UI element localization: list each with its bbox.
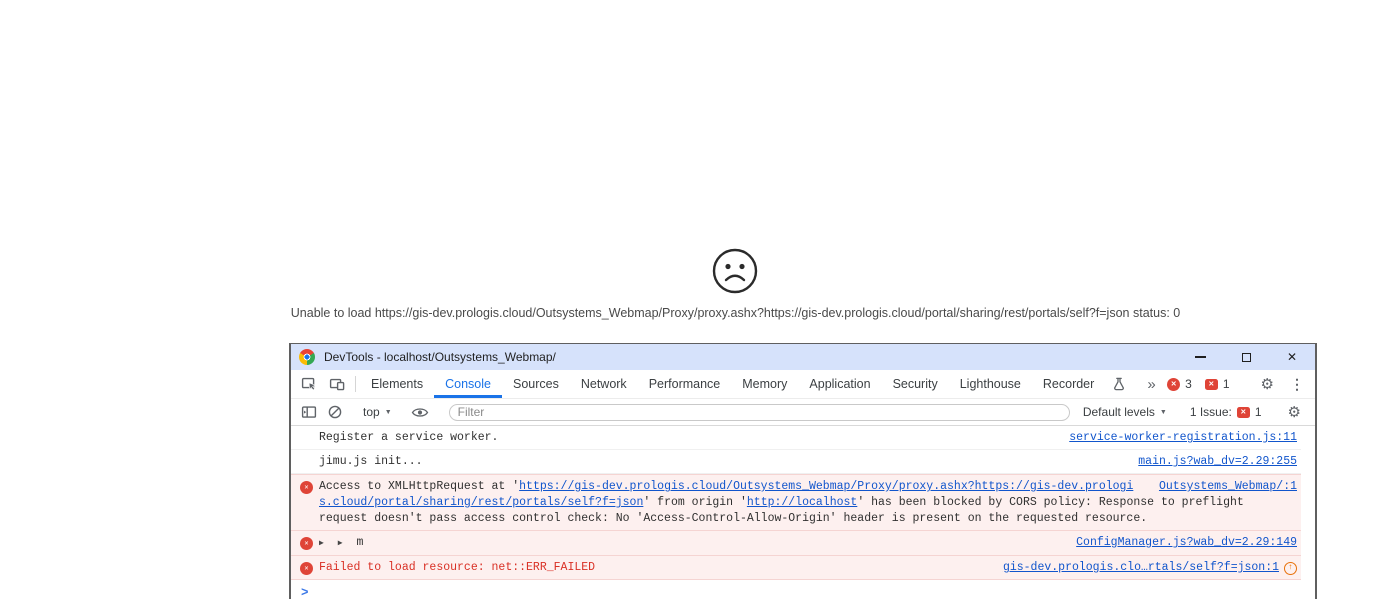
error-badge-icon: ✕ [1167,377,1181,391]
source-link[interactable]: main.js?wab_dv=2.29:255 [1138,454,1297,470]
device-toolbar-icon [329,378,345,391]
chevron-down-icon: ▼ [384,408,392,416]
device-toolbar-button[interactable] [323,370,351,398]
console-sidebar-toggle-button[interactable] [296,404,322,420]
source-link[interactable]: service-worker-registration.js:11 [1069,430,1297,446]
issues-counter[interactable]: 1 Issue: ✕ 1 [1182,405,1270,419]
chrome-logo-icon [299,349,315,365]
close-button[interactable]: ✕ [1269,344,1315,370]
sad-face-icon [710,246,760,301]
source-link[interactable]: ConfigManager.js?wab_dv=2.29:149 [1076,535,1297,551]
experiment-flask-icon [1105,370,1133,398]
log-levels-selector[interactable]: Default levels ▼ [1077,405,1173,419]
open-in-network-icon[interactable]: ↑ [1284,561,1297,575]
error-icon: ✕ [300,481,313,494]
devtools-tabbar: Elements Console Sources Network Perform… [291,370,1315,399]
tab-lighthouse[interactable]: Lighthouse [949,370,1032,398]
console-log-row[interactable]: service-worker-registration.js:11 Regist… [291,426,1301,450]
issues-count: 1 [1254,405,1262,419]
page-error-text: Unable to load https://gis-dev.prologis.… [290,306,1181,320]
window-controls: ✕ [1177,344,1315,370]
error-text: Failed to load resource: net::ERR_FAILED [319,561,596,574]
console-error-row-cors[interactable]: ✕ Outsystems_Webmap/:1 Access to XMLHttp… [291,474,1301,531]
console-error-row-failed[interactable]: ✕ gis-dev.prologis.clo…rtals/self?f=json… [291,556,1301,580]
live-expression-button[interactable] [407,406,433,419]
console-message-list: service-worker-registration.js:11 Regist… [291,426,1315,599]
console-settings-gear-icon[interactable]: ⚙ [1279,405,1310,420]
close-icon: ✕ [1286,350,1298,364]
error-object-preview[interactable]: m [356,536,363,549]
kebab-menu-icon[interactable]: ⋮ [1283,377,1311,391]
expand-arrow-icon[interactable]: ▶ [319,539,324,548]
context-selector-value: top [363,405,380,419]
filter-input[interactable] [448,403,1070,421]
tab-console[interactable]: Console [434,370,502,398]
clear-console-button[interactable] [322,404,348,420]
tab-performance[interactable]: Performance [638,370,732,398]
more-tabs-icon: » [1147,375,1156,393]
sidebar-panel-icon [301,406,317,418]
issue-count: 1 [1222,377,1230,391]
console-errors-badge[interactable]: ✕ 3 [1167,377,1192,391]
tab-security[interactable]: Security [882,370,949,398]
tab-sources[interactable]: Sources [502,370,570,398]
error-text: Access to XMLHttpRequest at ' [319,480,520,493]
tab-application[interactable]: Application [798,370,881,398]
window-title: DevTools - localhost/Outsystems_Webmap/ [324,350,556,364]
expand-arrow-icon[interactable]: ▶ [338,539,343,548]
error-icon: ✕ [300,537,313,550]
tab-elements[interactable]: Elements [360,370,434,398]
tab-network[interactable]: Network [570,370,638,398]
console-toolbar: top ▼ Default levels ▼ 1 Issue: ✕ 1 [291,399,1315,426]
error-icon: ✕ [300,562,313,575]
issues-label: 1 Issue: [1189,405,1232,419]
eye-icon [411,407,428,417]
tabbar-right-cluster: ✕ 3 ✕ 1 ⚙ ⋮ [1167,370,1315,398]
origin-url-link[interactable]: http://localhost [747,496,857,509]
inspect-element-button[interactable] [295,370,323,398]
context-selector[interactable]: top ▼ [357,405,398,419]
console-prompt-row[interactable]: > [291,580,1315,599]
log-text: jimu.js init... [319,455,423,468]
devtools-window: DevTools - localhost/Outsystems_Webmap/ … [289,343,1317,599]
source-link[interactable]: Outsystems_Webmap/:1 [1159,479,1297,495]
issue-badge-icon: ✕ [1236,406,1250,418]
divider [355,376,356,392]
maximize-icon [1241,352,1251,362]
more-tabs-button[interactable]: » [1137,370,1165,398]
source-link[interactable]: gis-dev.prologis.clo…rtals/self?f=json:1 [1003,560,1279,576]
error-text: ' from origin ' [643,496,747,509]
minimize-icon [1194,356,1206,358]
console-prompt-chevron: > [301,586,309,599]
console-log-row[interactable]: main.js?wab_dv=2.29:255 jimu.js init... [291,450,1301,474]
chevron-down-icon: ▼ [1159,408,1167,416]
error-count: 3 [1185,377,1192,391]
tab-memory[interactable]: Memory [731,370,798,398]
source-cluster: gis-dev.prologis.clo…rtals/self?f=json:1… [1003,560,1297,576]
log-levels-value: Default levels [1082,405,1155,419]
maximize-button[interactable] [1223,344,1269,370]
issues-badge[interactable]: ✕ 1 [1204,377,1230,391]
devtools-titlebar[interactable]: DevTools - localhost/Outsystems_Webmap/ … [291,344,1315,370]
log-text: Register a service worker. [319,431,499,444]
inspect-cursor-icon [301,377,317,391]
console-error-row-object[interactable]: ✕ ConfigManager.js?wab_dv=2.29:149 ▶ ▶ m [291,531,1301,556]
clear-console-icon [328,405,342,419]
issue-badge-icon: ✕ [1204,378,1218,390]
tab-recorder[interactable]: Recorder [1032,370,1105,398]
minimize-button[interactable] [1177,344,1223,370]
settings-gear-icon[interactable]: ⚙ [1252,377,1283,392]
